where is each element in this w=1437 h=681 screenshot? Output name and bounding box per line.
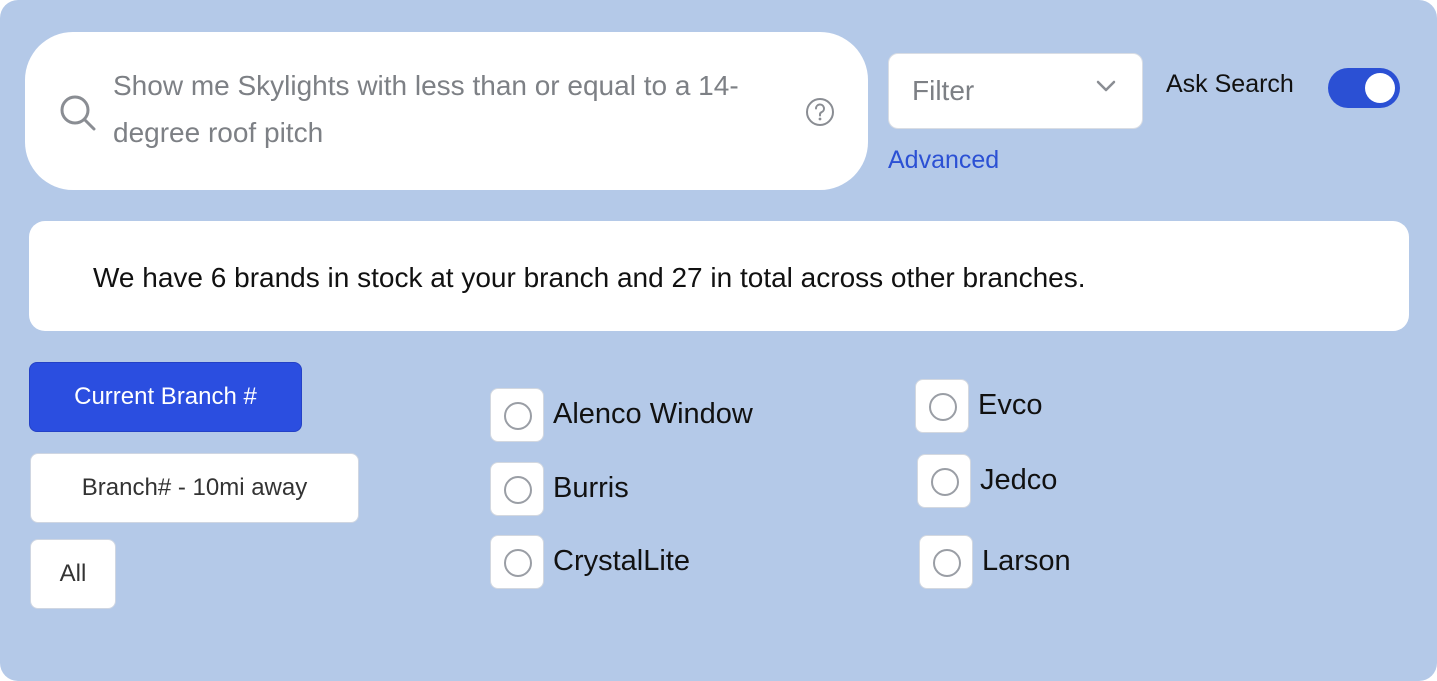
search-icon[interactable]: [58, 93, 98, 133]
radio-button[interactable]: [915, 379, 969, 433]
toggle-knob: [1365, 73, 1395, 103]
filter-selected-value: Filter: [912, 75, 975, 106]
nearby-branch-button[interactable]: Branch# - 10mi away: [30, 453, 359, 523]
help-icon[interactable]: [804, 96, 836, 128]
radio-button[interactable]: [490, 535, 544, 589]
brand-label: CrystalLite: [553, 545, 690, 577]
search-query-text[interactable]: Show me Skylights with less than or equa…: [113, 62, 793, 156]
advanced-link[interactable]: Advanced: [888, 143, 999, 177]
brand-label: Larson: [982, 545, 1071, 577]
radio-circle-icon: [504, 549, 532, 577]
chevron-down-icon: [1096, 80, 1116, 92]
brand-label: Jedco: [980, 464, 1058, 496]
all-branches-button[interactable]: All: [30, 539, 116, 609]
info-banner: We have 6 brands in stock at your branch…: [29, 221, 1409, 331]
radio-circle-icon: [931, 468, 959, 496]
radio-circle-icon: [504, 476, 532, 504]
brand-label: Alenco Window: [553, 398, 753, 430]
brand-label: Burris: [553, 472, 629, 504]
ask-search-label: Ask Search: [1166, 70, 1294, 98]
info-message: We have 6 brands in stock at your branch…: [93, 262, 1086, 293]
search-panel: Show me Skylights with less than or equa…: [0, 0, 1437, 681]
radio-button[interactable]: [490, 462, 544, 516]
radio-circle-icon: [929, 393, 957, 421]
current-branch-button[interactable]: Current Branch #: [29, 362, 302, 432]
radio-button[interactable]: [919, 535, 973, 589]
radio-circle-icon: [933, 549, 961, 577]
brand-label: Evco: [978, 389, 1043, 421]
radio-button[interactable]: [917, 454, 971, 508]
ask-search-toggle[interactable]: [1328, 68, 1400, 108]
filter-dropdown[interactable]: Filter: [888, 53, 1143, 129]
radio-button[interactable]: [490, 388, 544, 442]
radio-circle-icon: [504, 402, 532, 430]
